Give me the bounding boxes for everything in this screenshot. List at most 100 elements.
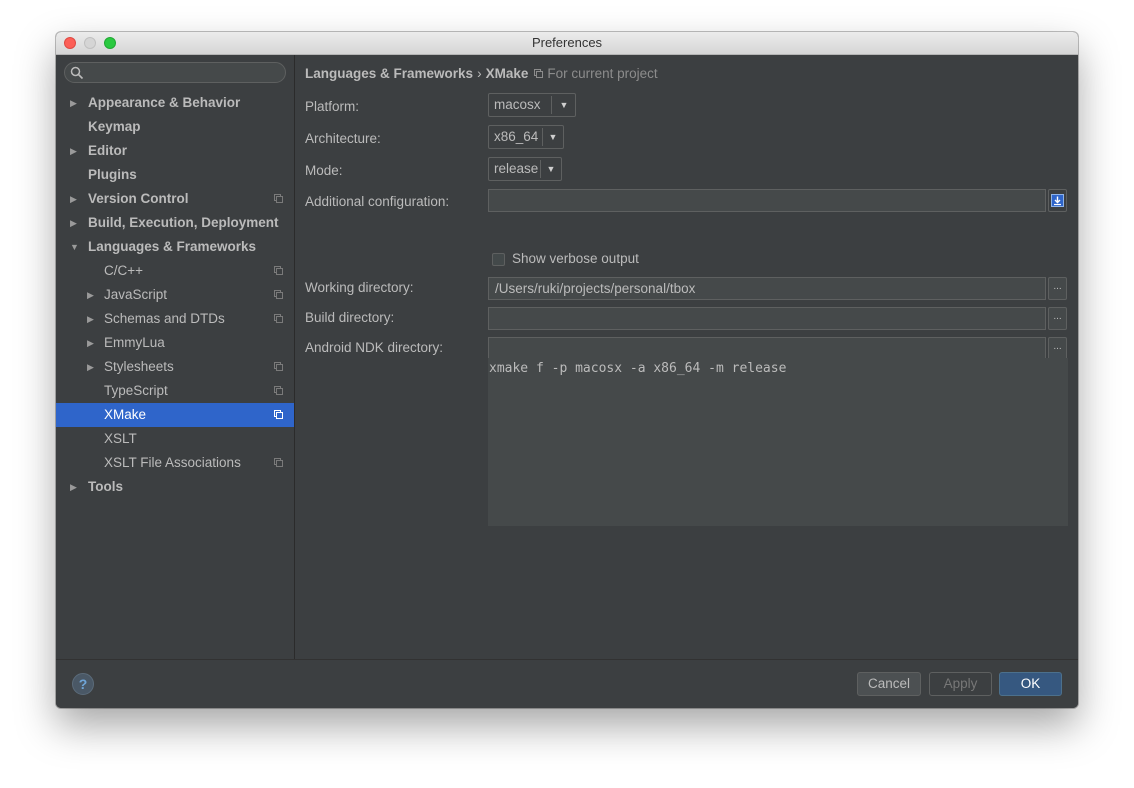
project-scope-icon bbox=[274, 290, 283, 299]
settings-sidebar: ▶ Appearance & Behavior Keymap ▶ Editor … bbox=[56, 55, 295, 659]
working-directory-input[interactable]: /Users/ruki/projects/personal/tbox bbox=[488, 277, 1046, 300]
sidebar-item-label: Stylesheets bbox=[104, 359, 174, 374]
minimize-window-button[interactable] bbox=[84, 37, 96, 49]
project-scope-icon bbox=[274, 266, 283, 275]
breadcrumb: Languages & Frameworks › XMake For current … bbox=[305, 66, 658, 81]
sidebar-item-label: Keymap bbox=[88, 119, 141, 134]
sidebar-item-label: XSLT bbox=[104, 431, 137, 446]
expand-field-icon bbox=[1051, 194, 1064, 207]
project-scope-icon bbox=[274, 362, 283, 371]
android-ndk-directory-input[interactable] bbox=[488, 337, 1046, 360]
sidebar-item-label: Version Control bbox=[88, 191, 189, 206]
expand-arrow-icon[interactable]: ▶ bbox=[70, 91, 77, 115]
help-button[interactable]: ? bbox=[72, 673, 94, 695]
android-ndk-directory-label: Android NDK directory: bbox=[305, 340, 444, 355]
ok-button[interactable]: OK bbox=[999, 672, 1062, 696]
close-window-button[interactable] bbox=[64, 37, 76, 49]
verbose-output-checkbox[interactable] bbox=[492, 253, 505, 266]
sidebar-item-plugins[interactable]: Plugins bbox=[56, 163, 294, 187]
sidebar-item-emmylua[interactable]: ▶ EmmyLua bbox=[56, 331, 294, 355]
sidebar-item-appearance-behavior[interactable]: ▶ Appearance & Behavior bbox=[56, 91, 294, 115]
sidebar-item-label: XMake bbox=[104, 407, 147, 422]
expand-field-button[interactable] bbox=[1048, 189, 1067, 212]
sidebar-item-version-control[interactable]: ▶ Version Control bbox=[56, 187, 294, 211]
project-scope-icon bbox=[274, 314, 283, 323]
architecture-label: Architecture: bbox=[305, 131, 381, 146]
build-directory-input[interactable] bbox=[488, 307, 1046, 330]
expand-arrow-icon[interactable]: ▶ bbox=[87, 355, 94, 379]
breadcrumb-parent[interactable]: Languages & Frameworks bbox=[305, 66, 473, 81]
title-bar: Preferences bbox=[56, 32, 1078, 55]
command-preview: xmake f -p macosx -a x86_64 -m release bbox=[488, 358, 1068, 526]
window-title: Preferences bbox=[531, 35, 603, 50]
sidebar-item-cpp[interactable]: C/C++ bbox=[56, 259, 294, 283]
browse-build-directory-button[interactable]: ... bbox=[1048, 307, 1067, 330]
sidebar-item-keymap[interactable]: Keymap bbox=[56, 115, 294, 139]
zoom-window-button[interactable] bbox=[104, 37, 116, 49]
additional-configuration-input[interactable] bbox=[488, 189, 1046, 212]
mode-select[interactable]: release ▼ bbox=[488, 157, 562, 181]
sidebar-item-label: Appearance & Behavior bbox=[88, 95, 241, 110]
verbose-output-label[interactable]: Show verbose output bbox=[512, 251, 639, 266]
expand-arrow-icon[interactable]: ▶ bbox=[70, 475, 77, 499]
sidebar-item-stylesheets[interactable]: ▶ Stylesheets bbox=[56, 355, 294, 379]
expand-arrow-icon[interactable]: ▶ bbox=[70, 139, 77, 163]
sidebar-item-label: Editor bbox=[88, 143, 127, 158]
search-icon bbox=[70, 66, 84, 80]
dialog-footer: ? Cancel Apply OK bbox=[56, 659, 1078, 708]
preferences-window: Preferences ▶ Appearance & Behavior Keym… bbox=[56, 32, 1078, 708]
sidebar-item-editor[interactable]: ▶ Editor bbox=[56, 139, 294, 163]
platform-value: macosx bbox=[494, 97, 541, 112]
expand-arrow-icon[interactable]: ▶ bbox=[87, 283, 94, 307]
sidebar-item-schemas-dtds[interactable]: ▶ Schemas and DTDs bbox=[56, 307, 294, 331]
chevron-down-icon: ▼ bbox=[546, 164, 556, 174]
sidebar-item-label: C/C++ bbox=[104, 263, 144, 278]
expand-arrow-icon[interactable]: ▶ bbox=[70, 187, 77, 211]
additional-configuration-label: Additional configuration: bbox=[305, 194, 450, 209]
architecture-select[interactable]: x86_64 ▼ bbox=[488, 125, 564, 149]
project-scope-icon bbox=[274, 194, 283, 203]
chevron-down-icon: ▼ bbox=[548, 132, 558, 142]
sidebar-item-typescript[interactable]: TypeScript bbox=[56, 379, 294, 403]
expand-arrow-icon[interactable]: ▶ bbox=[70, 211, 77, 235]
sidebar-item-label: Schemas and DTDs bbox=[104, 311, 225, 326]
breadcrumb-separator: › bbox=[477, 66, 482, 81]
sidebar-item-label: Plugins bbox=[88, 167, 137, 182]
search-input[interactable] bbox=[64, 62, 286, 83]
apply-button[interactable]: Apply bbox=[929, 672, 992, 696]
expand-arrow-icon[interactable]: ▶ bbox=[87, 307, 94, 331]
chevron-down-icon: ▼ bbox=[559, 100, 569, 110]
project-scope-icon bbox=[274, 458, 283, 467]
cancel-button[interactable]: Cancel bbox=[857, 672, 921, 696]
scope-note: For current project bbox=[534, 66, 658, 81]
platform-select[interactable]: macosx ▼ bbox=[488, 93, 576, 117]
sidebar-item-label: Tools bbox=[88, 479, 123, 494]
platform-label: Platform: bbox=[305, 99, 360, 114]
sidebar-item-label: JavaScript bbox=[104, 287, 168, 302]
project-scope-icon bbox=[274, 410, 283, 419]
sidebar-item-languages-frameworks[interactable]: ▼ Languages & Frameworks bbox=[56, 235, 294, 259]
project-scope-icon bbox=[534, 69, 544, 78]
working-directory-label: Working directory: bbox=[305, 280, 414, 295]
mode-value: release bbox=[494, 161, 539, 176]
settings-content: Languages & Frameworks › XMake For current … bbox=[295, 55, 1078, 659]
architecture-value: x86_64 bbox=[494, 129, 539, 144]
sidebar-item-label: TypeScript bbox=[104, 383, 168, 398]
collapse-arrow-icon[interactable]: ▼ bbox=[70, 235, 79, 259]
sidebar-item-build-execution-deployment[interactable]: ▶ Build, Execution, Deployment bbox=[56, 211, 294, 235]
sidebar-item-xmake[interactable]: XMake bbox=[56, 403, 294, 427]
scope-note-text: For current project bbox=[547, 66, 658, 81]
build-directory-label: Build directory: bbox=[305, 310, 395, 325]
browse-ndk-directory-button[interactable]: ... bbox=[1048, 337, 1067, 360]
browse-working-directory-button[interactable]: ... bbox=[1048, 277, 1067, 300]
sidebar-item-javascript[interactable]: ▶ JavaScript bbox=[56, 283, 294, 307]
expand-arrow-icon[interactable]: ▶ bbox=[87, 331, 94, 355]
sidebar-item-label: EmmyLua bbox=[104, 335, 165, 350]
mode-label: Mode: bbox=[305, 163, 343, 178]
project-scope-icon bbox=[274, 386, 283, 395]
sidebar-item-tools[interactable]: ▶ Tools bbox=[56, 475, 294, 499]
sidebar-item-xslt-file-associations[interactable]: XSLT File Associations bbox=[56, 451, 294, 475]
sidebar-item-label: XSLT File Associations bbox=[104, 455, 241, 470]
sidebar-item-xslt[interactable]: XSLT bbox=[56, 427, 294, 451]
breadcrumb-current: XMake bbox=[485, 66, 529, 81]
